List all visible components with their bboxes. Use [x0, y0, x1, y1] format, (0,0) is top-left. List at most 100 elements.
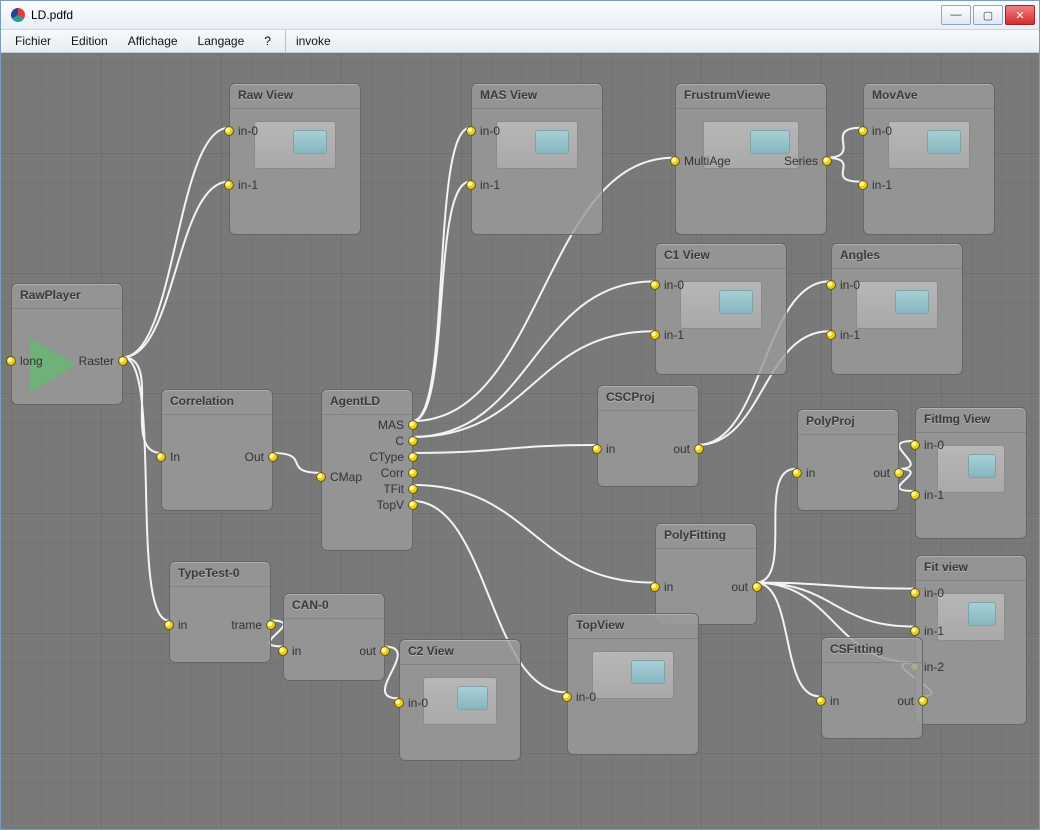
port-agentld-ctype[interactable]: CType	[369, 450, 418, 464]
port-angles-in-0[interactable]: in-0	[826, 278, 860, 292]
port-rawplayer-raster[interactable]: Raster	[79, 354, 128, 368]
port-c1view-in-1[interactable]: in-1	[650, 328, 684, 342]
node-polyfitting[interactable]: PolyFittinginout	[655, 523, 757, 625]
port-polyfitting-in[interactable]: in	[650, 580, 673, 594]
menu-edition[interactable]: Edition	[61, 30, 118, 52]
wire[interactable]	[273, 453, 321, 473]
port-c2view-in-0[interactable]: in-0	[394, 696, 428, 710]
port-movave-in-1[interactable]: in-1	[858, 178, 892, 192]
node-can0[interactable]: CAN-0inout	[283, 593, 385, 681]
port-agentld-corr[interactable]: Corr	[381, 466, 418, 480]
port-cscproj-in[interactable]: in	[592, 442, 615, 456]
node-agentld[interactable]: AgentLDCMapMASCCTypeCorrTFitTopV	[321, 389, 413, 551]
node-masview[interactable]: MAS Viewin-0in-1	[471, 83, 603, 235]
port-rawview-in-1[interactable]: in-1	[224, 178, 258, 192]
node-frustrum[interactable]: FrustrumVieweMultiAgeSeries	[675, 83, 827, 235]
wire[interactable]	[412, 182, 470, 421]
port-frustrum-series[interactable]: Series	[784, 154, 832, 168]
wire[interactable]	[755, 583, 913, 589]
node-title[interactable]: TopView	[568, 614, 698, 639]
port-csfitting-in[interactable]: in	[816, 694, 839, 708]
node-title[interactable]: CSFitting	[822, 638, 922, 663]
node-typetest[interactable]: TypeTest-0intrame	[169, 561, 271, 663]
port-cscproj-out[interactable]: out	[673, 442, 704, 456]
wire[interactable]	[412, 445, 596, 453]
port-c1view-in-0[interactable]: in-0	[650, 278, 684, 292]
port-rawplayer-long[interactable]: long	[6, 354, 43, 368]
port-csfitting-out[interactable]: out	[897, 694, 928, 708]
maximize-button[interactable]: ▢	[973, 5, 1003, 25]
port-fitimg-in-0[interactable]: in-0	[910, 438, 944, 452]
port-masview-in-0[interactable]: in-0	[466, 124, 500, 138]
port-fitimg-in-1[interactable]: in-1	[910, 488, 944, 502]
port-rawview-in-0[interactable]: in-0	[224, 124, 258, 138]
node-cscproj[interactable]: CSCProjinout	[597, 385, 699, 487]
node-topview[interactable]: TopViewin-0	[567, 613, 699, 755]
node-title[interactable]: PolyFitting	[656, 524, 756, 549]
wire[interactable]	[755, 583, 913, 627]
node-fitimg[interactable]: FitImg Viewin-0in-1	[915, 407, 1027, 539]
node-csfitting[interactable]: CSFittinginout	[821, 637, 923, 739]
minimize-button[interactable]: —	[941, 5, 971, 25]
node-polyproj[interactable]: PolyProjinout	[797, 409, 899, 511]
port-can0-out[interactable]: out	[359, 644, 390, 658]
port-typetest-in[interactable]: in	[164, 618, 187, 632]
port-agentld-topv[interactable]: TopV	[377, 498, 418, 512]
port-angles-in-1[interactable]: in-1	[826, 328, 860, 342]
wire[interactable]	[755, 583, 819, 697]
port-polyfitting-out[interactable]: out	[731, 580, 762, 594]
node-title[interactable]: FitImg View	[916, 408, 1026, 433]
node-title[interactable]: RawPlayer	[12, 284, 122, 309]
port-correlation-out[interactable]: Out	[245, 450, 278, 464]
node-title[interactable]: MAS View	[472, 84, 602, 109]
close-button[interactable]: ✕	[1005, 5, 1035, 25]
port-fitview-in-0[interactable]: in-0	[910, 586, 944, 600]
node-title[interactable]: PolyProj	[798, 410, 898, 435]
port-topview-in-0[interactable]: in-0	[562, 690, 596, 704]
node-title[interactable]: Fit view	[916, 556, 1026, 581]
node-title[interactable]: MovAve	[864, 84, 994, 109]
node-canvas[interactable]: RawPlayerlongRasterRaw Viewin-0in-1MAS V…	[1, 53, 1039, 829]
node-rawview[interactable]: Raw Viewin-0in-1	[229, 83, 361, 235]
menu-langage[interactable]: Langage	[188, 30, 255, 52]
port-masview-in-1[interactable]: in-1	[466, 178, 500, 192]
port-agentld-c[interactable]: C	[395, 434, 418, 448]
node-title[interactable]: CSCProj	[598, 386, 698, 411]
node-correlation[interactable]: CorrelationInOut	[161, 389, 273, 511]
node-title[interactable]: TypeTest-0	[170, 562, 270, 587]
node-title[interactable]: Correlation	[162, 390, 272, 415]
node-c1view[interactable]: C1 Viewin-0in-1	[655, 243, 787, 375]
menu-fichier[interactable]: Fichier	[5, 30, 61, 52]
node-title[interactable]: AgentLD	[322, 390, 412, 415]
port-agentld-tfit[interactable]: TFit	[383, 482, 418, 496]
port-polyproj-in[interactable]: in	[792, 466, 815, 480]
port-agentld-cmap[interactable]: CMap	[316, 470, 362, 484]
port-agentld-mas[interactable]: MAS	[378, 418, 418, 432]
title-bar[interactable]: LD.pdfd — ▢ ✕	[1, 1, 1039, 30]
node-fitview[interactable]: Fit viewin-0in-1in-2	[915, 555, 1027, 725]
wire[interactable]	[123, 128, 229, 357]
port-can0-in[interactable]: in	[278, 644, 301, 658]
port-correlation-in[interactable]: In	[156, 450, 180, 464]
node-movave[interactable]: MovAvein-0in-1	[863, 83, 995, 235]
menu-affichage[interactable]: Affichage	[118, 30, 188, 52]
node-c2view[interactable]: C2 Viewin-0	[399, 639, 521, 761]
port-fitview-in-1[interactable]: in-1	[910, 624, 944, 638]
wire[interactable]	[123, 357, 161, 453]
node-title[interactable]: C2 View	[400, 640, 520, 665]
node-rawplayer[interactable]: RawPlayerlongRaster	[11, 283, 123, 405]
node-title[interactable]: Raw View	[230, 84, 360, 109]
port-movave-in-0[interactable]: in-0	[858, 124, 892, 138]
port-typetest-trame[interactable]: trame	[231, 618, 276, 632]
menu-?[interactable]: ?	[254, 30, 281, 52]
node-title[interactable]: C1 View	[656, 244, 786, 269]
port-frustrum-multiage[interactable]: MultiAge	[670, 154, 731, 168]
node-title[interactable]: Angles	[832, 244, 962, 269]
node-angles[interactable]: Anglesin-0in-1	[831, 243, 963, 375]
port-polyproj-out[interactable]: out	[873, 466, 904, 480]
node-title[interactable]: FrustrumViewe	[676, 84, 826, 109]
wire[interactable]	[412, 485, 653, 583]
menu-invoke[interactable]: invoke	[285, 30, 341, 52]
node-title[interactable]: CAN-0	[284, 594, 384, 619]
wire[interactable]	[412, 128, 470, 421]
